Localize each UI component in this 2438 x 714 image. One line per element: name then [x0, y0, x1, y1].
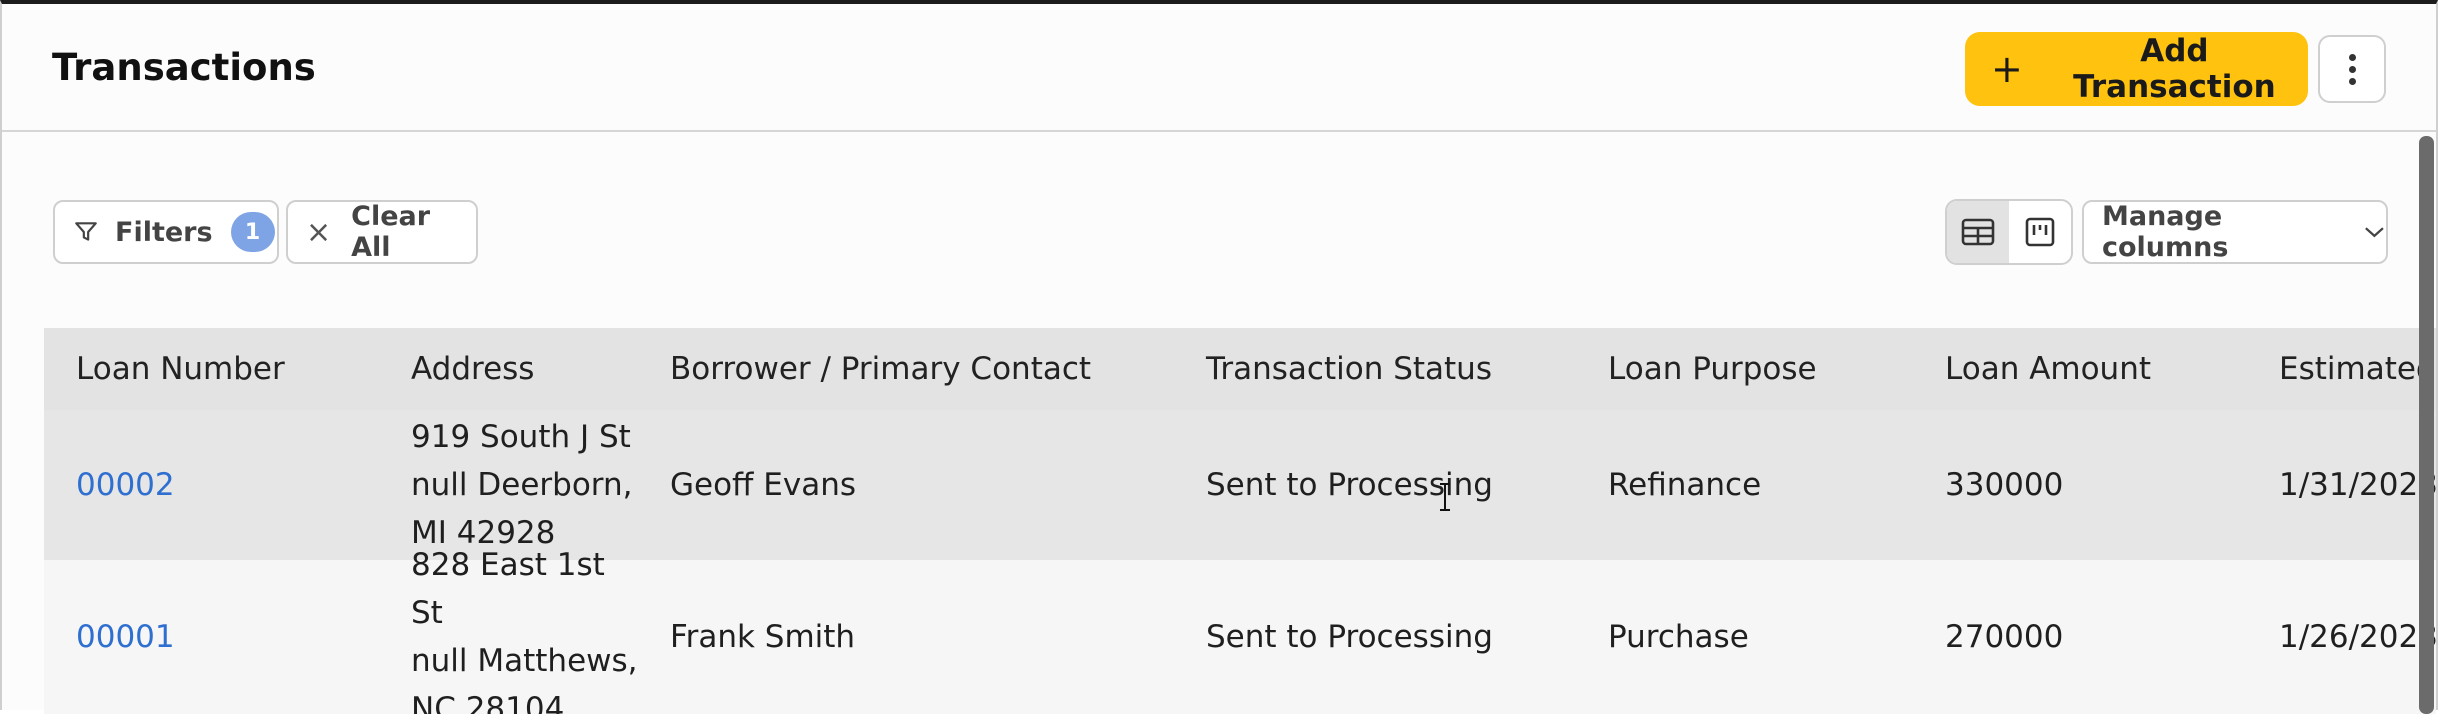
loan-purpose-cell: Purchase [1608, 619, 1749, 655]
loan-number-link[interactable]: 00002 [76, 410, 175, 560]
plus-icon: + [1991, 47, 2023, 91]
kebab-dot [2348, 65, 2356, 73]
vertical-scrollbar[interactable] [2419, 136, 2434, 714]
column-header-borrower[interactable]: Borrower / Primary Contact [670, 328, 1091, 410]
address-line: 919 South J St [411, 419, 631, 455]
address-line: null Matthews, [411, 643, 638, 679]
board-view-icon [2025, 217, 2055, 247]
loan-number-link[interactable]: 00001 [76, 560, 175, 714]
column-header-loan-amount[interactable]: Loan Amount [1945, 328, 2151, 410]
table-header-row: Loan Number Address Borrower / Primary C… [44, 328, 2436, 410]
address-line: 828 East 1st St [411, 547, 605, 631]
manage-columns-label: Manage columns [2102, 201, 2229, 263]
chevron-down-icon [2365, 227, 2384, 238]
close-icon: × [306, 214, 332, 250]
address-cell: 919 South J St null Deerborn, MI 42928 [411, 410, 641, 560]
transactions-table: Loan Number Address Borrower / Primary C… [44, 328, 2436, 714]
column-header-address[interactable]: Address [411, 328, 534, 410]
clear-all-button[interactable]: × Clear All [286, 200, 478, 264]
table-row[interactable]: 00001 828 East 1st St null Matthews, NC … [44, 547, 2436, 714]
app-window: Transactions + Add Transaction Filters 1… [0, 0, 2438, 714]
board-view-button[interactable] [2009, 201, 2071, 263]
column-header-loan-purpose[interactable]: Loan Purpose [1608, 328, 1817, 410]
estimated-date-cell: 1/26/2023 [2279, 619, 2436, 655]
address-cell: 828 East 1st St null Matthews, NC 28104 [411, 547, 641, 714]
loan-purpose-cell: Refinance [1608, 467, 1762, 503]
table-row[interactable]: 00002 919 South J St null Deerborn, MI 4… [44, 410, 2436, 560]
text-cursor-icon [1440, 483, 1450, 511]
loan-amount-cell: 330000 [1945, 467, 2064, 503]
add-transaction-label: Add Transaction [2073, 33, 2276, 105]
estimated-date-cell: 1/31/2023 [2279, 467, 2436, 503]
filters-button[interactable]: Filters 1 [53, 200, 279, 264]
address-line: null Deerborn, [411, 467, 633, 503]
loan-amount-cell: 270000 [1945, 619, 2064, 655]
more-options-button[interactable] [2318, 35, 2386, 103]
kebab-vertical-icon [2348, 53, 2356, 61]
table-view-button[interactable] [1947, 201, 2009, 263]
table-view-icon [1961, 218, 1995, 246]
filter-icon [75, 222, 97, 241]
column-header-loan-number[interactable]: Loan Number [76, 328, 285, 410]
kebab-dot [2348, 77, 2356, 85]
status-cell: Sent to Processing [1206, 619, 1493, 655]
column-header-estimated[interactable]: Estimated C [2279, 328, 2436, 410]
filters-count-badge: 1 [230, 212, 275, 252]
borrower-cell: Geoff Evans [670, 467, 856, 503]
page-title: Transactions [52, 46, 316, 89]
clear-all-label: Clear All [351, 201, 431, 263]
filters-label: Filters [115, 216, 213, 248]
page-header: Transactions + Add Transaction [2, 4, 2436, 132]
view-mode-toggle [1945, 199, 2073, 265]
borrower-cell: Frank Smith [670, 619, 856, 655]
add-transaction-button[interactable]: + Add Transaction [1965, 32, 2308, 106]
column-header-status[interactable]: Transaction Status [1206, 328, 1492, 410]
manage-columns-button[interactable]: Manage columns [2082, 200, 2388, 264]
